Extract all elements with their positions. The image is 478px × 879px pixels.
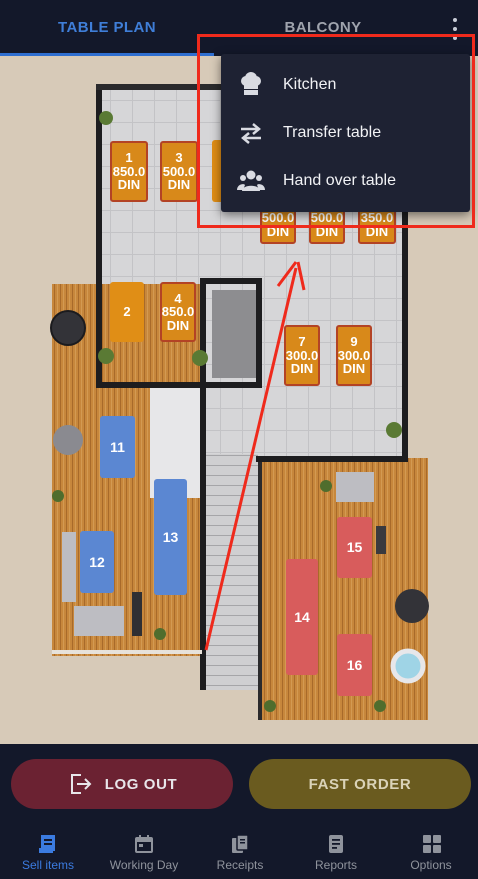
table-1[interactable]: 1 850.0 DIN bbox=[110, 141, 148, 202]
table-amount: 500.0 bbox=[162, 163, 196, 179]
table-number: 14 bbox=[294, 608, 310, 625]
nav-label: Working Day bbox=[109, 858, 179, 872]
nav-receipts[interactable]: Receipts bbox=[192, 822, 288, 879]
table-currency: DIN bbox=[290, 361, 314, 377]
table-currency: DIN bbox=[166, 317, 190, 333]
table-7[interactable]: 7 300.0 DIN bbox=[284, 325, 320, 386]
nav-reports[interactable]: Reports bbox=[288, 822, 384, 879]
logout-label: LOG OUT bbox=[104, 775, 178, 793]
table-16[interactable]: 16 bbox=[337, 634, 372, 696]
nav-label: Sell items bbox=[21, 858, 74, 872]
logout-icon bbox=[70, 774, 92, 794]
report-icon bbox=[329, 835, 343, 853]
nav-options[interactable]: Options bbox=[384, 822, 478, 879]
table-number: 4 bbox=[174, 290, 182, 306]
table-15[interactable]: 15 bbox=[337, 517, 372, 578]
table-number: 16 bbox=[346, 656, 363, 673]
table-number: 12 bbox=[89, 553, 105, 570]
table-4[interactable]: 4 850.0 DIN bbox=[160, 282, 196, 342]
grid-icon bbox=[423, 835, 441, 853]
nav-sell-items[interactable]: Sell items bbox=[0, 822, 96, 879]
table-currency: DIN bbox=[117, 177, 141, 193]
nav-working-day[interactable]: Working Day bbox=[96, 822, 192, 879]
table-12[interactable]: 12 bbox=[80, 531, 114, 593]
table-14[interactable]: 14 bbox=[286, 559, 318, 675]
table-9[interactable]: 9 300.0 DIN bbox=[336, 325, 372, 386]
table-number: 3 bbox=[175, 150, 183, 166]
table-currency: DIN bbox=[167, 177, 191, 193]
nav-label: Receipts bbox=[216, 858, 264, 872]
table-amount: 300.0 bbox=[285, 347, 319, 363]
table-number: 13 bbox=[162, 528, 179, 545]
fast-order-button[interactable]: FAST ORDER bbox=[249, 759, 471, 809]
table-2[interactable]: 2 bbox=[110, 282, 144, 342]
table-3[interactable]: 3 500.0 DIN bbox=[160, 141, 198, 202]
table-amount: 850.0 bbox=[112, 163, 146, 179]
table-number: 15 bbox=[346, 539, 363, 556]
table-number: 2 bbox=[123, 304, 131, 320]
sell-items-icon bbox=[39, 835, 55, 853]
table-number: 9 bbox=[350, 334, 358, 350]
calendar-icon bbox=[135, 835, 153, 853]
table-number: 1 bbox=[125, 150, 133, 166]
table-currency: DIN bbox=[342, 361, 366, 377]
table-13[interactable]: 13 bbox=[154, 479, 187, 595]
fast-order-label: FAST ORDER bbox=[308, 775, 412, 793]
table-11[interactable]: 11 bbox=[100, 416, 135, 478]
tab-table-plan[interactable]: TABLE PLAN bbox=[0, 0, 214, 56]
table-number: 11 bbox=[110, 438, 125, 455]
table-number: 7 bbox=[298, 334, 306, 350]
nav-label: Reports bbox=[314, 858, 358, 872]
annotation-highlight-box bbox=[197, 34, 475, 228]
table-amount: 300.0 bbox=[337, 347, 371, 363]
bottom-navigation: Sell items Working Day Receipts Reports bbox=[0, 822, 478, 879]
logout-button[interactable]: LOG OUT bbox=[11, 759, 233, 809]
table-amount: 850.0 bbox=[161, 304, 195, 320]
nav-label: Options bbox=[410, 858, 452, 872]
action-bar: LOG OUT FAST ORDER bbox=[0, 744, 478, 822]
receipts-icon bbox=[232, 834, 249, 853]
